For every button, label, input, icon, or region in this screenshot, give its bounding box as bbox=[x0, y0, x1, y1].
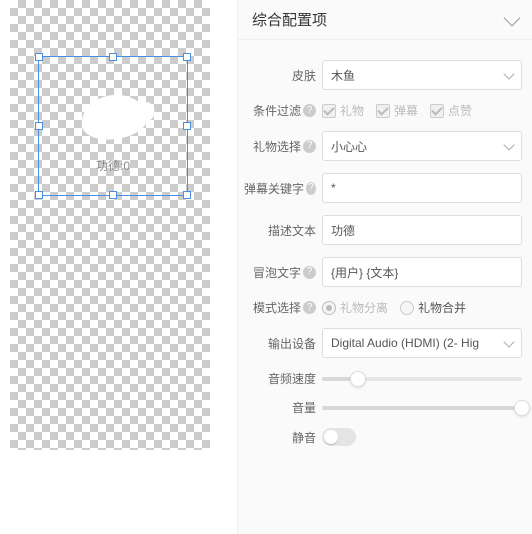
resize-handle-n[interactable] bbox=[109, 53, 117, 61]
chevron-down-icon bbox=[503, 68, 514, 79]
canvas-pane: 功德:0 bbox=[0, 0, 237, 534]
resize-handle-s[interactable] bbox=[109, 191, 117, 199]
bubble-input[interactable]: {用户} {文本} bbox=[322, 257, 522, 287]
label-desc: 描述文本 bbox=[244, 222, 316, 239]
label-skin: 皮肤 bbox=[244, 67, 316, 84]
help-icon[interactable]: ? bbox=[303, 104, 316, 117]
canvas-checker[interactable]: 功德:0 bbox=[10, 0, 210, 450]
row-filter: 条件过滤 ? 礼物 弹幕 点赞 bbox=[244, 102, 522, 119]
selection-box[interactable]: 功德:0 bbox=[38, 56, 188, 196]
gift-value: 小心心 bbox=[331, 138, 367, 155]
help-icon[interactable]: ? bbox=[303, 301, 316, 314]
resize-handle-nw[interactable] bbox=[35, 53, 43, 61]
checkbox-danmu[interactable]: 弹幕 bbox=[376, 102, 418, 119]
volume-slider[interactable] bbox=[322, 406, 522, 410]
row-volume: 音量 bbox=[244, 399, 522, 416]
panel-title: 综合配置项 bbox=[252, 9, 327, 30]
resize-handle-ne[interactable] bbox=[183, 53, 191, 61]
skin-value: 木鱼 bbox=[331, 67, 355, 84]
row-mute: 静音 bbox=[244, 428, 522, 446]
gift-select[interactable]: 小心心 bbox=[322, 131, 522, 161]
mute-toggle[interactable] bbox=[322, 428, 356, 446]
resize-handle-se[interactable] bbox=[183, 191, 191, 199]
checkbox-gift[interactable]: 礼物 bbox=[322, 102, 364, 119]
row-output: 输出设备 Digital Audio (HDMI) (2- Hig bbox=[244, 328, 522, 358]
help-icon[interactable]: ? bbox=[303, 266, 316, 279]
resize-handle-e[interactable] bbox=[183, 122, 191, 130]
chevron-down-icon bbox=[504, 9, 521, 26]
label-mute: 静音 bbox=[244, 429, 316, 446]
row-bubble: 冒泡文字 ? {用户} {文本} bbox=[244, 257, 522, 287]
desc-input[interactable]: 功德 bbox=[322, 215, 522, 245]
keyword-input[interactable]: * bbox=[322, 173, 522, 203]
row-skin: 皮肤 木鱼 bbox=[244, 60, 522, 90]
help-icon[interactable]: ? bbox=[303, 140, 316, 153]
label-mode: 模式选择 ? bbox=[244, 299, 316, 316]
chevron-down-icon bbox=[503, 336, 514, 347]
checkbox-like[interactable]: 点赞 bbox=[430, 102, 472, 119]
skin-select[interactable]: 木鱼 bbox=[322, 60, 522, 90]
panel-header[interactable]: 综合配置项 bbox=[238, 0, 532, 40]
row-mode: 模式选择 ? 礼物分离 礼物合并 bbox=[244, 299, 522, 316]
row-gift: 礼物选择 ? 小心心 bbox=[244, 131, 522, 161]
speed-slider[interactable] bbox=[322, 377, 522, 381]
radio-mode-merge[interactable]: 礼物合并 bbox=[400, 299, 466, 316]
label-keyword: 弹幕关键字 ? bbox=[244, 180, 316, 197]
slider-knob[interactable] bbox=[350, 371, 366, 387]
canvas-label: 功德:0 bbox=[39, 157, 187, 174]
label-volume: 音量 bbox=[244, 399, 316, 416]
row-desc: 描述文本 功德 bbox=[244, 215, 522, 245]
resize-handle-sw[interactable] bbox=[35, 191, 43, 199]
help-icon[interactable]: ? bbox=[306, 182, 316, 195]
woodfish-icon bbox=[78, 91, 149, 144]
row-speed: 音频速度 bbox=[244, 370, 522, 387]
label-gift: 礼物选择 ? bbox=[244, 138, 316, 155]
slider-knob[interactable] bbox=[514, 400, 530, 416]
output-select[interactable]: Digital Audio (HDMI) (2- Hig bbox=[322, 328, 522, 358]
label-filter: 条件过滤 ? bbox=[244, 102, 316, 119]
config-panel: 综合配置项 皮肤 木鱼 条件过滤 ? 礼物 弹幕 点赞 bbox=[237, 0, 532, 534]
label-output: 输出设备 bbox=[244, 335, 316, 352]
radio-mode-separate[interactable]: 礼物分离 bbox=[322, 299, 388, 316]
output-value: Digital Audio (HDMI) (2- Hig bbox=[331, 336, 479, 350]
label-speed: 音频速度 bbox=[244, 370, 316, 387]
label-bubble: 冒泡文字 ? bbox=[244, 264, 316, 281]
row-keyword: 弹幕关键字 ? * bbox=[244, 173, 522, 203]
chevron-down-icon bbox=[503, 139, 514, 150]
resize-handle-w[interactable] bbox=[35, 122, 43, 130]
